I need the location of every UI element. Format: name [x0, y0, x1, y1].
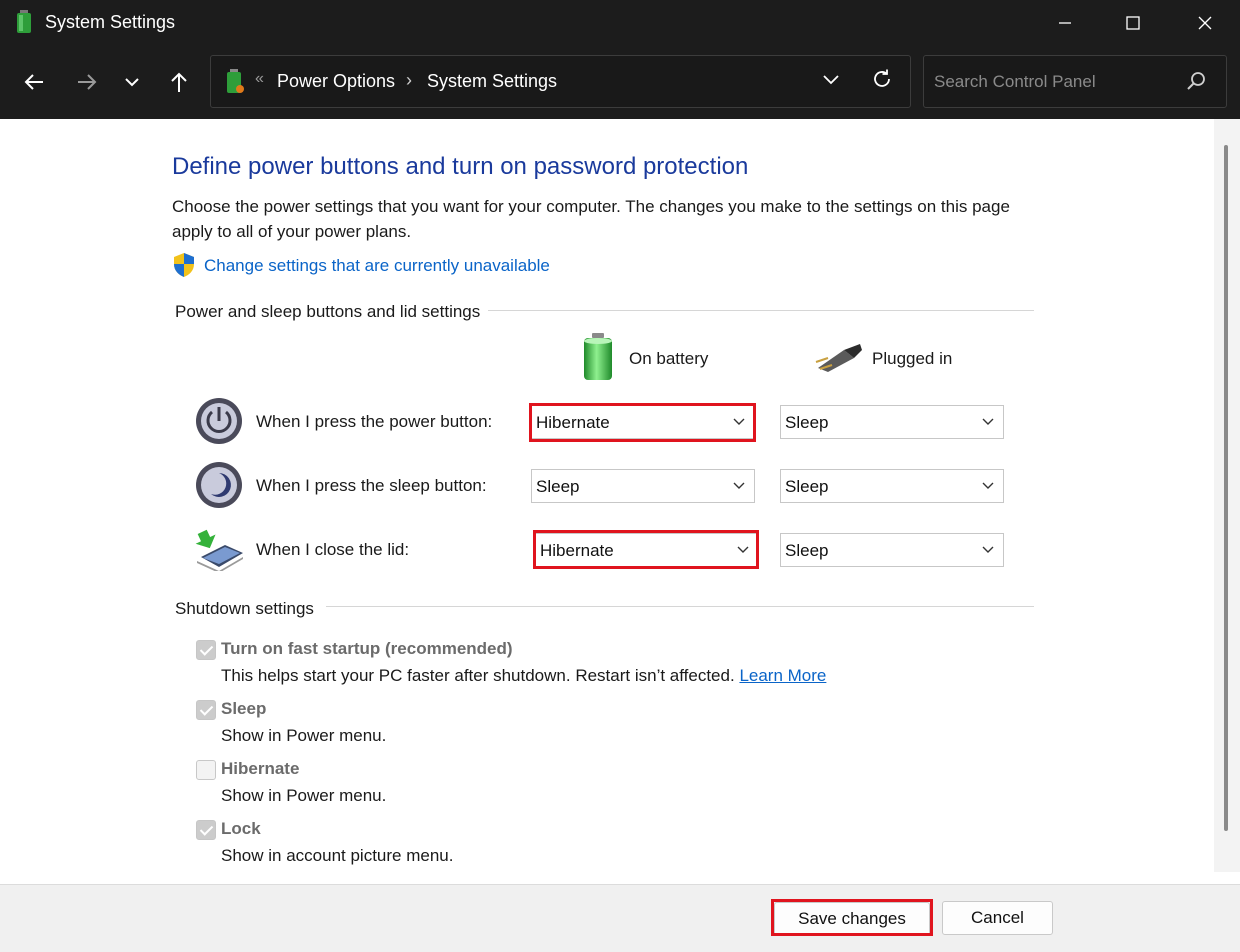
select-value: Sleep [785, 477, 829, 496]
search-icon[interactable] [1186, 71, 1206, 96]
learn-more-link[interactable]: Learn More [739, 666, 826, 685]
minimize-button[interactable] [1030, 0, 1100, 46]
footer-bar [0, 884, 1240, 952]
fast-startup-title: Turn on fast startup (recommended) [221, 639, 513, 658]
cancel-button[interactable]: Cancel [942, 901, 1053, 935]
up-arrow-icon[interactable] [161, 64, 197, 100]
shutdown-section-label: Shutdown settings [172, 599, 326, 619]
sleep-button-plugged-select[interactable]: Sleep [780, 469, 1004, 503]
address-dropdown-chevron-icon[interactable] [821, 70, 841, 95]
sleep-button-battery-select[interactable]: Sleep [531, 469, 755, 503]
fast-startup-desc: This helps start your PC faster after sh… [221, 666, 826, 686]
highlight-box [771, 899, 933, 936]
hibernate-option-desc: Show in Power menu. [221, 786, 387, 805]
search-box[interactable] [923, 55, 1227, 108]
column-on-battery: On battery [629, 349, 709, 368]
lock-option-desc: Show in account picture menu. [221, 846, 454, 865]
chevron-down-icon [982, 482, 994, 489]
navigation-bar: « Power Options › System Settings [0, 46, 1240, 119]
breadcrumb-separator[interactable]: › [406, 70, 412, 91]
select-value: Sleep [536, 477, 580, 496]
forward-arrow-icon[interactable] [69, 64, 105, 100]
close-button[interactable] [1170, 0, 1240, 46]
recent-locations-chevron-icon[interactable] [114, 64, 150, 100]
sleep-button-icon [195, 461, 243, 514]
refresh-icon[interactable] [871, 68, 893, 95]
highlight-box [529, 403, 756, 442]
hibernate-checkbox[interactable] [196, 760, 216, 780]
power-button-plugged-select[interactable]: Sleep [780, 405, 1004, 439]
fast-startup-desc-text: This helps start your PC faster after sh… [221, 666, 735, 685]
sleep-option-desc: Show in Power menu. [221, 726, 387, 745]
breadcrumb-system-settings[interactable]: System Settings [427, 71, 557, 92]
select-value: Sleep [785, 541, 829, 560]
page-description: Choose the power settings that you want … [172, 197, 1010, 241]
laptop-lid-icon [195, 527, 245, 576]
uac-shield-icon [172, 252, 196, 283]
breadcrumb-power-options[interactable]: Power Options [277, 71, 395, 92]
battery-location-icon [223, 69, 245, 100]
back-arrow-icon[interactable] [16, 64, 52, 100]
window-title: System Settings [45, 12, 176, 32]
sleep-checkbox[interactable] [196, 700, 216, 720]
maximize-button[interactable] [1098, 0, 1168, 46]
page-title: Define power buttons and turn on passwor… [172, 153, 749, 180]
sleep-button-label: When I press the sleep button: [256, 476, 487, 495]
power-plug-icon [814, 342, 864, 377]
column-plugged-in: Plugged in [872, 349, 953, 368]
power-button-icon [195, 397, 243, 450]
search-input[interactable] [934, 70, 1174, 94]
change-settings-link[interactable]: Change settings that are currently unava… [204, 256, 550, 276]
select-value: Sleep [785, 413, 829, 432]
power-section-label: Power and sleep buttons and lid settings [172, 302, 489, 322]
chevron-down-icon [733, 482, 745, 489]
fast-startup-checkbox[interactable] [196, 640, 216, 660]
sleep-option-title: Sleep [221, 699, 267, 718]
close-lid-label: When I close the lid: [256, 540, 410, 559]
power-button-label: When I press the power button: [256, 412, 493, 431]
chevron-down-icon [982, 546, 994, 553]
lock-checkbox[interactable] [196, 820, 216, 840]
highlight-box [533, 530, 759, 569]
battery-icon [580, 333, 616, 386]
scrollbar-thumb[interactable] [1224, 145, 1228, 831]
hibernate-option-title: Hibernate [221, 759, 300, 778]
chevron-down-icon [982, 418, 994, 425]
vertical-scrollbar[interactable] [1214, 119, 1240, 872]
address-bar[interactable]: « Power Options › System Settings [210, 55, 911, 108]
battery-app-icon [14, 10, 34, 39]
breadcrumb-overflow[interactable]: « [255, 70, 264, 88]
lock-option-title: Lock [221, 819, 261, 838]
title-bar: System Settings [0, 0, 1240, 46]
close-lid-plugged-select[interactable]: Sleep [780, 533, 1004, 567]
